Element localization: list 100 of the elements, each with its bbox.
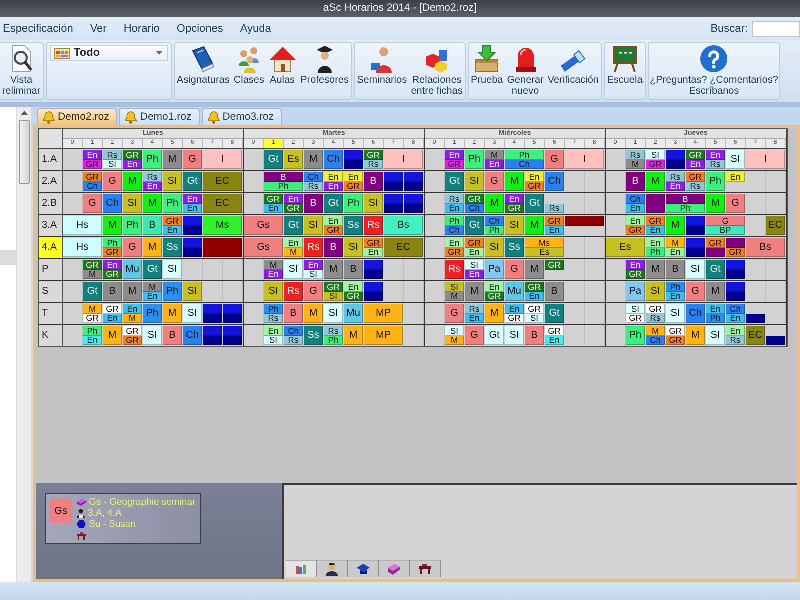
lesson-card[interactable]: G — [706, 216, 745, 226]
lesson-card[interactable]: B — [304, 194, 323, 213]
lesson-card[interactable]: Rs — [284, 282, 303, 301]
lesson-card[interactable]: M — [666, 216, 685, 235]
lesson-card[interactable]: Rs — [143, 172, 162, 182]
list-row-highlight[interactable] — [0, 250, 16, 265]
class-label[interactable]: 4.A — [39, 237, 63, 258]
lesson-card[interactable]: Rs — [666, 172, 685, 182]
lesson-card[interactable]: SI — [726, 150, 745, 169]
lesson-card[interactable]: Ph — [505, 150, 544, 160]
class-label[interactable]: 2.A — [39, 171, 63, 192]
lesson-card[interactable]: GR — [465, 194, 484, 204]
lesson-card[interactable]: B — [525, 326, 544, 345]
lesson-card[interactable]: M — [706, 282, 725, 301]
ribbon-button[interactable]: ¿Preguntas? ¿Comentarios? Escríbanos — [649, 45, 780, 97]
lesson-card[interactable]: Gs — [244, 238, 283, 257]
lesson-card[interactable]: Ph — [83, 326, 102, 336]
lesson-card[interactable]: Hs — [63, 238, 102, 257]
document-tab[interactable]: Demo3.roz — [202, 108, 282, 125]
lesson-card[interactable]: GR — [465, 238, 484, 248]
view-tab[interactable] — [379, 560, 410, 577]
menu-item[interactable]: Ver — [90, 22, 107, 36]
ribbon-button[interactable]: Seminarios — [356, 45, 408, 86]
lesson-card[interactable]: GR — [264, 194, 283, 204]
lesson-card[interactable] — [766, 336, 785, 345]
lesson-card[interactable]: M — [505, 172, 524, 191]
lesson-card[interactable]: M — [103, 216, 122, 235]
lesson-card[interactable]: M — [646, 172, 665, 191]
lesson-card[interactable]: En — [123, 304, 142, 314]
lesson-card[interactable]: Bs — [384, 216, 423, 235]
lesson-card[interactable]: GR — [666, 326, 685, 336]
lesson-card[interactable]: GR — [686, 150, 705, 160]
lesson-card[interactable]: Gt — [485, 326, 504, 345]
lesson-card[interactable]: G — [183, 150, 202, 169]
lesson-card[interactable]: En — [505, 194, 524, 204]
document-tab[interactable]: Demo2.roz — [37, 108, 118, 125]
lesson-card[interactable]: Gt — [465, 216, 484, 235]
lesson-card[interactable]: En — [83, 150, 102, 160]
lesson-card[interactable]: Mu — [505, 282, 524, 301]
lesson-card[interactable]: GR — [364, 150, 383, 160]
menu-item[interactable]: Ayuda — [240, 22, 272, 36]
lesson-card[interactable]: Ph — [465, 150, 484, 169]
lesson-card[interactable]: M — [143, 282, 162, 292]
search-field[interactable] — [752, 20, 800, 36]
lesson-card[interactable]: Ch — [726, 304, 745, 314]
lesson-card[interactable]: Gt — [545, 304, 564, 323]
lesson-card[interactable]: En — [344, 282, 363, 292]
lesson-card[interactable]: SI — [163, 260, 182, 279]
menu-item[interactable]: Opciones — [176, 22, 224, 36]
lesson-card[interactable]: Ms — [525, 238, 564, 248]
lesson-card[interactable]: Gt — [183, 172, 202, 191]
lesson-card[interactable]: En — [304, 260, 323, 270]
lesson-card[interactable]: I — [746, 150, 785, 169]
lesson-card[interactable]: Rs — [445, 194, 464, 204]
class-label[interactable]: K — [39, 325, 63, 346]
lesson-card[interactable]: En — [485, 282, 504, 292]
ribbon-button[interactable]: Aulas — [268, 45, 298, 86]
lesson-card[interactable]: M — [264, 260, 283, 270]
ribbon-button[interactable]: Relaciones entre fichas — [410, 45, 464, 97]
lesson-card[interactable]: Es — [284, 150, 303, 169]
lesson-card[interactable]: GR — [525, 304, 544, 314]
lesson-card[interactable]: I — [384, 150, 423, 169]
lesson-card[interactable]: En — [445, 238, 464, 248]
lesson-card[interactable]: SI — [626, 304, 645, 314]
lesson-card[interactable]: I — [565, 150, 604, 169]
ribbon-button[interactable]: Verificación — [546, 45, 600, 86]
lesson-card[interactable]: En — [626, 260, 645, 270]
lesson-card[interactable]: SI — [183, 282, 202, 301]
lesson-card[interactable]: Gs — [244, 216, 283, 235]
lesson-card[interactable]: Rs — [465, 304, 484, 314]
lesson-card[interactable]: GR — [163, 216, 182, 226]
preview-button[interactable]: Vista reliminar — [1, 45, 42, 97]
lesson-card[interactable]: G — [686, 282, 705, 301]
lesson-card[interactable]: Ph — [445, 216, 464, 226]
lesson-card[interactable]: SI — [344, 238, 363, 257]
lesson-card[interactable]: MP — [364, 304, 403, 323]
lesson-card[interactable]: EC — [746, 326, 765, 345]
lesson-card[interactable]: M — [304, 304, 323, 323]
lesson-card[interactable]: G — [103, 172, 122, 191]
lesson-card[interactable]: En — [103, 260, 122, 270]
view-tab[interactable] — [410, 560, 441, 577]
ribbon-button[interactable]: Clases — [232, 45, 266, 86]
lesson-card[interactable]: M — [686, 326, 705, 345]
lesson-card[interactable]: SI — [686, 260, 705, 279]
lesson-card[interactable]: B — [545, 282, 564, 301]
lesson-card[interactable]: SI — [706, 326, 725, 345]
lesson-card[interactable]: Rs — [626, 150, 645, 160]
lesson-card[interactable]: Ph — [163, 282, 182, 301]
lesson-card[interactable]: M — [143, 194, 162, 213]
lesson-card[interactable]: Rs — [304, 238, 323, 257]
lesson-card[interactable]: Mu — [344, 304, 363, 323]
lesson-card[interactable]: SI — [485, 238, 504, 257]
lesson-card[interactable]: M — [485, 150, 504, 160]
lesson-card[interactable]: Gt — [445, 172, 464, 191]
lesson-card[interactable]: B — [666, 260, 685, 279]
lesson-card[interactable]: M — [103, 326, 122, 345]
lesson-card[interactable]: SI — [123, 194, 142, 213]
lesson-card[interactable]: Rs — [324, 326, 343, 336]
lesson-card[interactable]: Gt — [264, 150, 283, 169]
lesson-card[interactable]: EC — [203, 172, 242, 191]
